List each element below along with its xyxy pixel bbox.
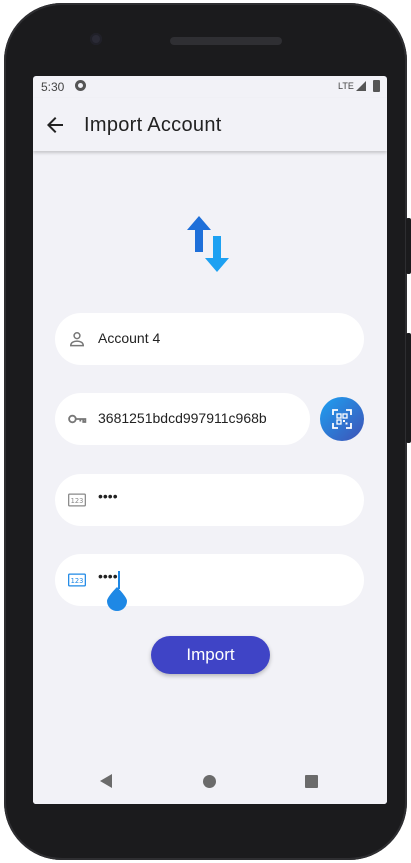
volume-button <box>406 218 411 274</box>
numeric-icon: 123 <box>68 493 86 507</box>
earpiece-speaker <box>170 37 282 45</box>
front-camera <box>90 33 102 45</box>
status-bar: 5:30 LTE <box>33 76 387 98</box>
person-icon <box>69 332 85 347</box>
page-title: Import Account <box>84 114 222 136</box>
svg-text:123: 123 <box>71 577 84 585</box>
password-field[interactable]: 123 •••• <box>55 474 364 526</box>
key-icon <box>68 414 87 424</box>
qr-scan-button[interactable] <box>320 397 364 441</box>
swap-vertical-icon <box>187 216 229 272</box>
system-nav-bar <box>33 760 387 804</box>
nav-back-icon[interactable] <box>100 774 112 788</box>
private-key-input[interactable]: 3681251bdcd997911c968b <box>98 410 267 426</box>
nav-home-icon[interactable] <box>203 775 216 788</box>
screen: 5:30 LTE Import Account Account 4 368125… <box>33 76 387 804</box>
status-time: 5:30 <box>41 80 65 94</box>
private-key-field[interactable]: 3681251bdcd997911c968b <box>55 393 310 445</box>
cursor-handle[interactable] <box>107 587 127 611</box>
import-button[interactable]: Import <box>151 636 270 674</box>
signal-icon <box>356 81 366 91</box>
account-name-field[interactable]: Account 4 <box>55 313 364 365</box>
numeric-icon: 123 <box>68 573 86 587</box>
app-notification-icon <box>75 80 86 91</box>
app-bar: Import Account <box>33 98 387 151</box>
qr-scan-icon <box>332 409 352 429</box>
confirm-password-input[interactable]: •••• <box>98 568 118 584</box>
nav-recents-icon[interactable] <box>305 775 318 788</box>
back-arrow-icon[interactable] <box>43 113 67 137</box>
account-name-input[interactable]: Account 4 <box>98 330 160 346</box>
confirm-password-field[interactable]: 123 •••• <box>55 554 364 606</box>
power-button <box>406 333 411 443</box>
svg-text:123: 123 <box>71 497 84 505</box>
network-type: LTE <box>338 81 354 91</box>
password-input[interactable]: •••• <box>98 488 118 504</box>
battery-icon <box>373 80 380 92</box>
phone-frame: 5:30 LTE Import Account Account 4 368125… <box>4 3 407 860</box>
